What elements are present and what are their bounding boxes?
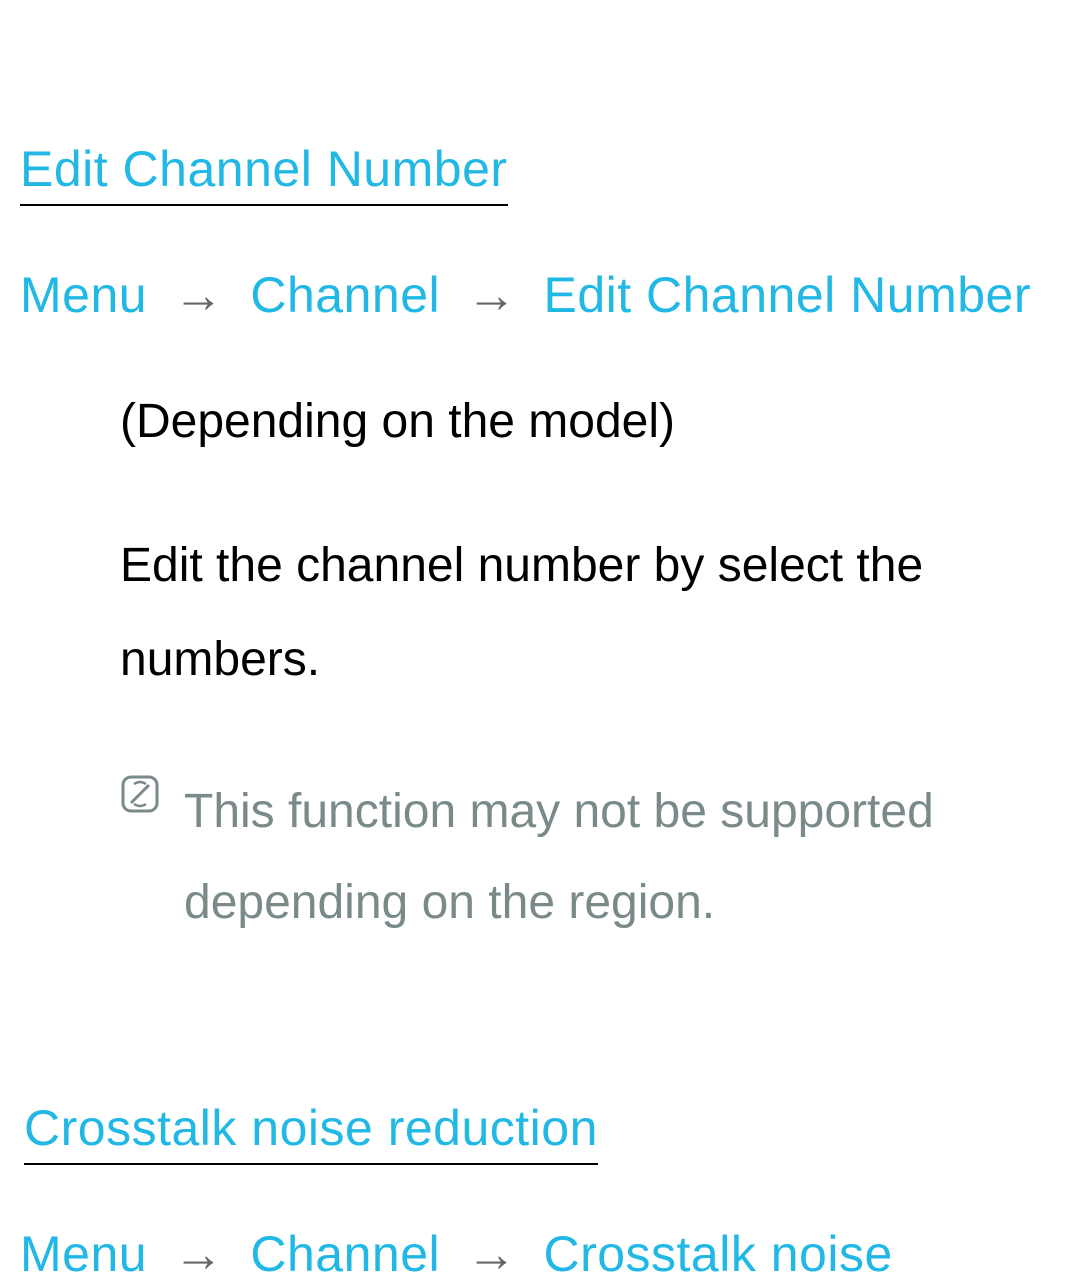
breadcrumb: Menu → Channel → Edit Channel Number — [20, 266, 1060, 324]
breadcrumb-item-channel: Channel — [250, 267, 440, 323]
arrow-icon: → — [467, 1226, 518, 1282]
section-title: Edit Channel Number — [20, 140, 508, 206]
section-edit-channel-number: Edit Channel Number Menu → Channel → Edi… — [20, 140, 1060, 949]
breadcrumb-item-channel: Channel — [250, 1226, 440, 1282]
breadcrumb-item-menu: Menu — [20, 267, 147, 323]
arrow-icon: → — [173, 1226, 224, 1282]
arrow-icon: → — [467, 267, 518, 323]
note-row: This function may not be supported depen… — [120, 766, 1020, 948]
section-crosstalk-noise-reduction: Crosstalk noise reduction Menu → Channel… — [20, 1099, 1060, 1283]
description-text: Edit the channel number by select the nu… — [120, 519, 1020, 706]
breadcrumb-item-edit-channel-number: Edit Channel Number — [543, 267, 1031, 323]
breadcrumb-item-crosstalk-noise: Crosstalk noise — [543, 1226, 892, 1282]
section-title: Crosstalk noise reduction — [24, 1099, 598, 1165]
arrow-icon: → — [173, 267, 224, 323]
note-text: This function may not be supported depen… — [184, 766, 1020, 948]
breadcrumb: Menu → Channel → Crosstalk noise — [20, 1225, 1060, 1283]
breadcrumb-item-menu: Menu — [20, 1226, 147, 1282]
content-block: (Depending on the model) Edit the channe… — [20, 394, 1060, 949]
model-qualifier: (Depending on the model) — [120, 394, 1020, 449]
note-icon — [120, 774, 160, 819]
